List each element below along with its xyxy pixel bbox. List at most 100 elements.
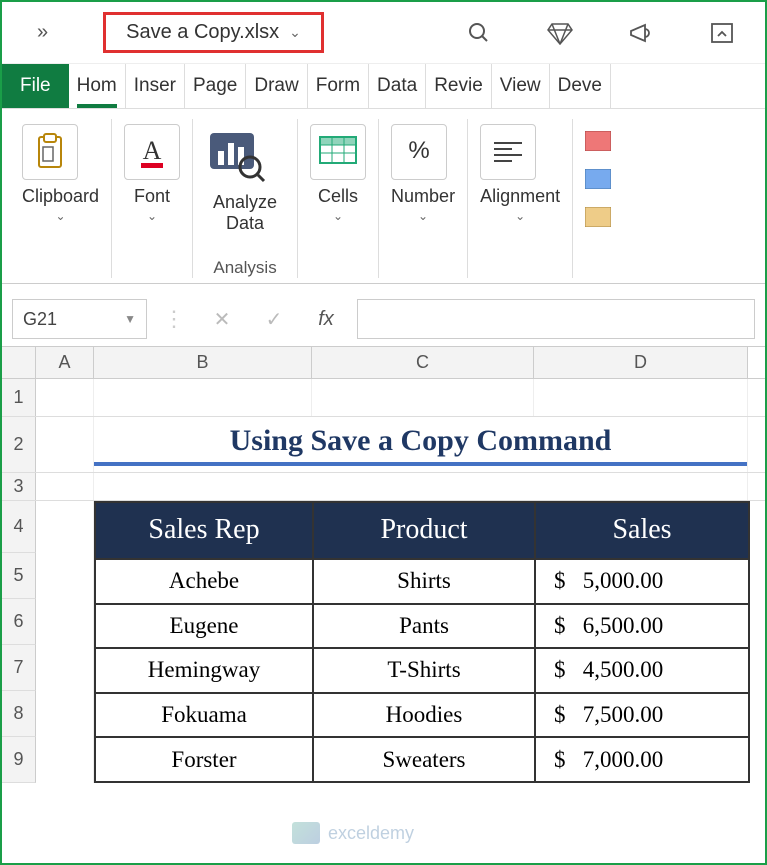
name-box[interactable]: G21 ▼ (12, 299, 147, 339)
ribbon-tabs: File Hom Inser Page Draw Form Data Revie… (2, 64, 765, 109)
cell-sales[interactable]: $ 6,500.00 (535, 604, 749, 649)
number-label: Number (391, 186, 455, 207)
filename-text: Save a Copy.xlsx (126, 21, 279, 44)
megaphone-icon[interactable] (628, 20, 654, 46)
row-header[interactable]: 6 (2, 599, 36, 645)
chevron-down-icon[interactable]: ⌄ (391, 209, 455, 223)
tab-home[interactable]: Hom (69, 64, 126, 108)
cell[interactable] (534, 379, 748, 416)
ribbon-group-font: A Font ⌄ (112, 119, 193, 278)
row-header[interactable]: 5 (2, 553, 36, 599)
row-header[interactable]: 2 (2, 417, 36, 472)
cell-rep[interactable]: Hemingway (95, 648, 313, 693)
format-table-icon[interactable] (585, 169, 611, 189)
select-all-corner[interactable] (2, 347, 36, 378)
clipboard-icon[interactable] (22, 124, 78, 180)
row-header[interactable]: 7 (2, 645, 36, 691)
cell[interactable] (94, 473, 748, 500)
conditional-formatting-icon[interactable] (585, 131, 611, 151)
chevron-down-icon[interactable]: ⌄ (124, 209, 180, 223)
cell-product[interactable]: T-Shirts (313, 648, 535, 693)
table-header[interactable]: Sales (535, 502, 749, 559)
analyze-label: Analyze Data (205, 192, 285, 234)
col-header-C[interactable]: C (312, 347, 534, 378)
chevron-down-icon[interactable]: ⌄ (22, 209, 99, 223)
alignment-label: Alignment (480, 186, 560, 207)
cell-product[interactable]: Shirts (313, 559, 535, 604)
formula-bar: G21 ▼ ⋮ ✕ ✓ fx (2, 292, 765, 347)
cell[interactable] (36, 417, 94, 472)
alignment-icon[interactable] (480, 124, 536, 180)
col-A-cells[interactable] (36, 501, 94, 783)
cell-sales[interactable]: $ 5,000.00 (535, 559, 749, 604)
ribbon-group-extra (573, 119, 631, 278)
chevron-down-icon[interactable]: ⌄ (310, 209, 366, 223)
cell-rep[interactable]: Fokuama (95, 693, 313, 738)
cells-icon[interactable] (310, 124, 366, 180)
chevron-down-icon: ⌄ (289, 24, 301, 41)
table-row: Fokuama Hoodies $ 7,500.00 (95, 693, 749, 738)
col-header-A[interactable]: A (36, 347, 94, 378)
row-header[interactable]: 1 (2, 379, 36, 416)
cell[interactable] (312, 379, 534, 416)
row-header[interactable]: 4 (2, 501, 36, 553)
worksheet[interactable]: A B C D 1 2 Using Save a Copy Command 3 (2, 347, 765, 783)
fx-button[interactable]: fx (305, 299, 347, 339)
font-label: Font (124, 186, 180, 207)
title-cell[interactable]: Using Save a Copy Command (94, 417, 748, 472)
analyze-data-icon[interactable] (205, 124, 267, 186)
ribbon-collapse-icon[interactable] (709, 20, 735, 46)
chevron-down-icon[interactable]: ⌄ (480, 209, 560, 223)
tab-page-layout[interactable]: Page (185, 64, 246, 108)
table-row: Hemingway T-Shirts $ 4,500.00 (95, 648, 749, 693)
cell-sales[interactable]: $ 7,500.00 (535, 693, 749, 738)
cell-rep[interactable]: Forster (95, 737, 313, 782)
name-box-value: G21 (23, 309, 57, 330)
cell-sales[interactable]: $ 4,500.00 (535, 648, 749, 693)
cell[interactable] (36, 473, 94, 500)
diamond-icon[interactable] (547, 20, 573, 46)
clipboard-label: Clipboard (22, 186, 99, 207)
cell-rep[interactable]: Eugene (95, 604, 313, 649)
tab-developer[interactable]: Deve (550, 64, 611, 108)
row: 3 (2, 473, 765, 501)
ribbon-group-clipboard: Clipboard ⌄ (10, 119, 112, 278)
cell-product[interactable]: Hoodies (313, 693, 535, 738)
formula-input[interactable] (357, 299, 755, 339)
col-header-B[interactable]: B (94, 347, 312, 378)
row-header[interactable]: 8 (2, 691, 36, 737)
tab-file[interactable]: File (2, 64, 69, 108)
cell-sales[interactable]: $ 7,000.00 (535, 737, 749, 782)
row-header[interactable]: 3 (2, 473, 36, 500)
chevron-down-icon: ▼ (124, 312, 136, 326)
tab-insert[interactable]: Inser (126, 64, 185, 108)
table-header[interactable]: Sales Rep (95, 502, 313, 559)
number-icon[interactable]: % (391, 124, 447, 180)
tab-data[interactable]: Data (369, 64, 426, 108)
tab-formulas[interactable]: Form (308, 64, 369, 108)
cell-styles-icon[interactable] (585, 207, 611, 227)
row-header[interactable]: 9 (2, 737, 36, 783)
col-header-D[interactable]: D (534, 347, 748, 378)
tab-review[interactable]: Revie (426, 64, 492, 108)
search-icon[interactable] (466, 20, 492, 46)
cell[interactable] (94, 379, 312, 416)
cell-product[interactable]: Sweaters (313, 737, 535, 782)
font-icon[interactable]: A (124, 124, 180, 180)
table-row: Achebe Shirts $ 5,000.00 (95, 559, 749, 604)
qat-overflow-button[interactable]: » (12, 21, 73, 44)
filename-dropdown[interactable]: Save a Copy.xlsx ⌄ (103, 12, 324, 53)
table-header[interactable]: Product (313, 502, 535, 559)
cancel-button[interactable]: ✕ (201, 299, 243, 339)
title-bar: » Save a Copy.xlsx ⌄ (2, 2, 765, 64)
column-headers: A B C D (2, 347, 765, 379)
cell[interactable] (36, 379, 94, 416)
cell-rep[interactable]: Achebe (95, 559, 313, 604)
analysis-group-label: Analysis (213, 258, 276, 278)
table-area: 4 5 6 7 8 9 Sales Rep Product Sales Ache… (2, 501, 765, 783)
tab-draw[interactable]: Draw (246, 64, 307, 108)
tab-view[interactable]: View (492, 64, 550, 108)
cell-product[interactable]: Pants (313, 604, 535, 649)
enter-button[interactable]: ✓ (253, 299, 295, 339)
separator: ⋮ (157, 306, 191, 332)
